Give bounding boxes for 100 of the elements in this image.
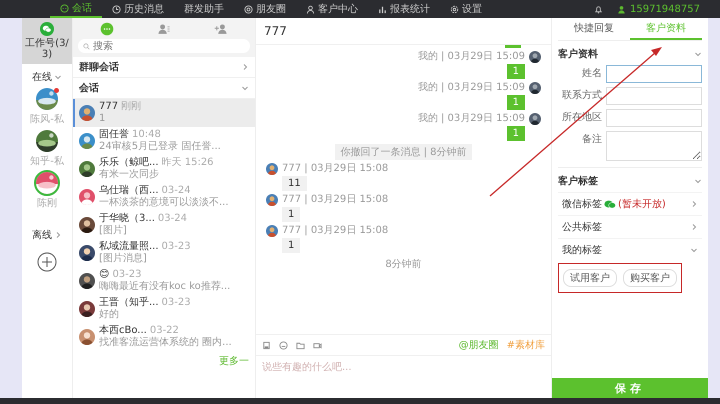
conversation-item[interactable]: 私域流量照... 03-23 [图片消息] [73, 239, 255, 267]
field-label: 姓名 [581, 67, 602, 81]
section-header[interactable]: 客户标签 [558, 167, 702, 192]
chevron-down-icon [690, 246, 698, 254]
chevron-down-icon [54, 73, 62, 81]
offline-group-toggle[interactable]: 离线 [32, 228, 62, 242]
settings-icon [450, 4, 459, 14]
search-field[interactable]: 搜索 [78, 39, 250, 53]
phone-number: 15971948757 [630, 4, 700, 14]
contact-name: 本西cBo... [99, 325, 147, 336]
text-field[interactable] [606, 65, 702, 83]
person-icon [306, 4, 315, 14]
conversation-item[interactable]: 乐乐（鲸吧... 昨天 15:26 有米一次同步 [73, 155, 255, 183]
chevron-right-icon [241, 63, 249, 71]
nav-tab[interactable]: 历史消息 [102, 0, 174, 18]
conversation-item[interactable]: 固任誉 10:48 24审核5月已登录 固任誉... [73, 127, 255, 155]
conversation-item[interactable]: 乌仕瑞（西... 03-24 一杯淡茶的意境可以淡淡不... [73, 183, 255, 211]
text-field[interactable] [606, 87, 702, 105]
message-bubble [505, 45, 521, 48]
contacts-tab-icon[interactable] [156, 22, 171, 36]
message-preview: 一杯淡茶的意境可以淡淡不... [99, 197, 230, 209]
video-icon[interactable] [313, 340, 322, 350]
nav-tab[interactable]: 设置 [440, 0, 492, 18]
field-label: 联系方式 [561, 88, 602, 103]
search-icon [83, 43, 90, 50]
contact-name: 乐乐（鲸吧... [99, 157, 159, 168]
contact-name: 乌仕瑞（西... [99, 185, 159, 196]
conversation-item[interactable]: 于华晓（3... 03-24 [图片] [73, 211, 255, 239]
message-time: 03-22 [150, 325, 179, 336]
message-time: 03-23 [112, 269, 142, 280]
tag-group-row[interactable]: 微信标签 (暂未开放) [558, 192, 702, 215]
contact-name: 固任誉 [99, 129, 129, 140]
tag-chip[interactable]: 试用客户 [563, 269, 617, 287]
message-preview: [图片消息] [99, 253, 148, 265]
system-notice: 你撤回了一条消息 | 8分钟前 [335, 144, 472, 160]
conversation-item[interactable]: 本西cBo... 03-22 找准客流运营体系统的 圈内... [73, 323, 255, 351]
tag-chip[interactable]: 购买客户 [623, 269, 677, 287]
bar-chart-icon [378, 4, 387, 14]
text-field[interactable] [606, 109, 702, 127]
message-time: 10:48 [132, 129, 161, 141]
account-name: 知乎-私 [30, 154, 64, 168]
contact-name: 私域流量照... [99, 241, 159, 252]
folder-icon[interactable] [296, 340, 305, 350]
message-time: 昨天 15:26 [162, 157, 214, 169]
tag-group-row[interactable]: 我的标签 [558, 238, 702, 261]
contact-name: 😊 [99, 269, 110, 281]
message-meta: 777 | 03月29日 15:08 [282, 194, 388, 205]
wechat-icon [604, 200, 616, 208]
emoji-icon[interactable] [279, 340, 288, 350]
chevron-right-icon [690, 200, 698, 208]
message-meta: 我的 | 03月29日 15:09 [418, 113, 525, 124]
nav-tab[interactable]: 群发助手 [174, 0, 234, 18]
online-group-toggle[interactable]: 在线 [32, 70, 62, 84]
field-label: 备注 [581, 132, 602, 147]
message-bubble: 1 [506, 64, 525, 79]
message-preview: 24审核5月已登录 固任誉... [99, 141, 222, 153]
tag-group-label: 公共标签 [562, 220, 602, 234]
conversation-item[interactable]: 王晋（知乎... 03-23 好的 [73, 295, 255, 323]
chevron-down-icon [694, 50, 702, 58]
nav-tab[interactable]: 报表统计 [368, 0, 440, 18]
chevron-down-icon [241, 84, 249, 92]
message-bubble: 1 [506, 126, 525, 141]
chevron-right-icon [54, 231, 62, 239]
message-meta: 我的 | 03月29日 15:09 [418, 51, 525, 62]
message-preview: [图片] [99, 225, 128, 237]
message-preview: 找准客流运营体系统的 圈内... [99, 337, 233, 349]
system-notice: 8分钟前 [384, 258, 423, 272]
panel-tab[interactable]: 快捷回复 [558, 18, 630, 40]
message-preview: 1 [99, 113, 106, 125]
add-icon[interactable] [37, 252, 57, 272]
message-meta: 777 | 03月29日 15:08 [282, 225, 388, 236]
message-preview: 嗨嗨最近有没有koc ko推荐... [99, 281, 232, 293]
message-preview: 有米一次同步 [99, 169, 160, 181]
message-preview: 好的 [99, 309, 120, 321]
tag-group-label: 微信标签 [562, 198, 602, 211]
account-name: 陈刚 [37, 197, 57, 210]
tag-group-row[interactable]: 公共标签 [558, 215, 702, 238]
chevron-right-icon [690, 223, 698, 231]
group-chats-toggle[interactable]: 群聊会话 [73, 57, 255, 78]
conversation-item[interactable]: 777 刚刚 1 [73, 99, 255, 127]
bell-icon[interactable] [594, 4, 603, 14]
message-bubble: 1 [282, 238, 300, 253]
message-time: 刚刚 [121, 101, 142, 113]
chevron-down-icon [694, 177, 702, 185]
message-bubble: 11 [282, 176, 307, 191]
chat-icon [60, 4, 69, 12]
section-header[interactable]: 客户资料 [558, 41, 702, 65]
account-name: 陈风-私 [30, 113, 64, 126]
conversation-item[interactable]: 😊 03-23 嗨嗨最近有没有koc ko推荐... [73, 267, 255, 295]
image-icon[interactable] [262, 340, 271, 350]
message-meta: 我的 | 03月29日 15:09 [418, 82, 525, 93]
aperture-icon [244, 4, 253, 14]
work-account-tab[interactable]: 工作号(3/3) [22, 18, 72, 64]
message-time: 03-24 [162, 185, 191, 196]
chat-tab-icon[interactable] [100, 22, 114, 36]
add-contact-icon[interactable] [214, 22, 228, 36]
tag-group-label: 我的标签 [562, 244, 602, 257]
nav-tab[interactable]: 朋友圈 [234, 0, 296, 18]
wechat-icon [40, 22, 54, 36]
nav-tab[interactable]: 客户中心 [296, 0, 368, 18]
